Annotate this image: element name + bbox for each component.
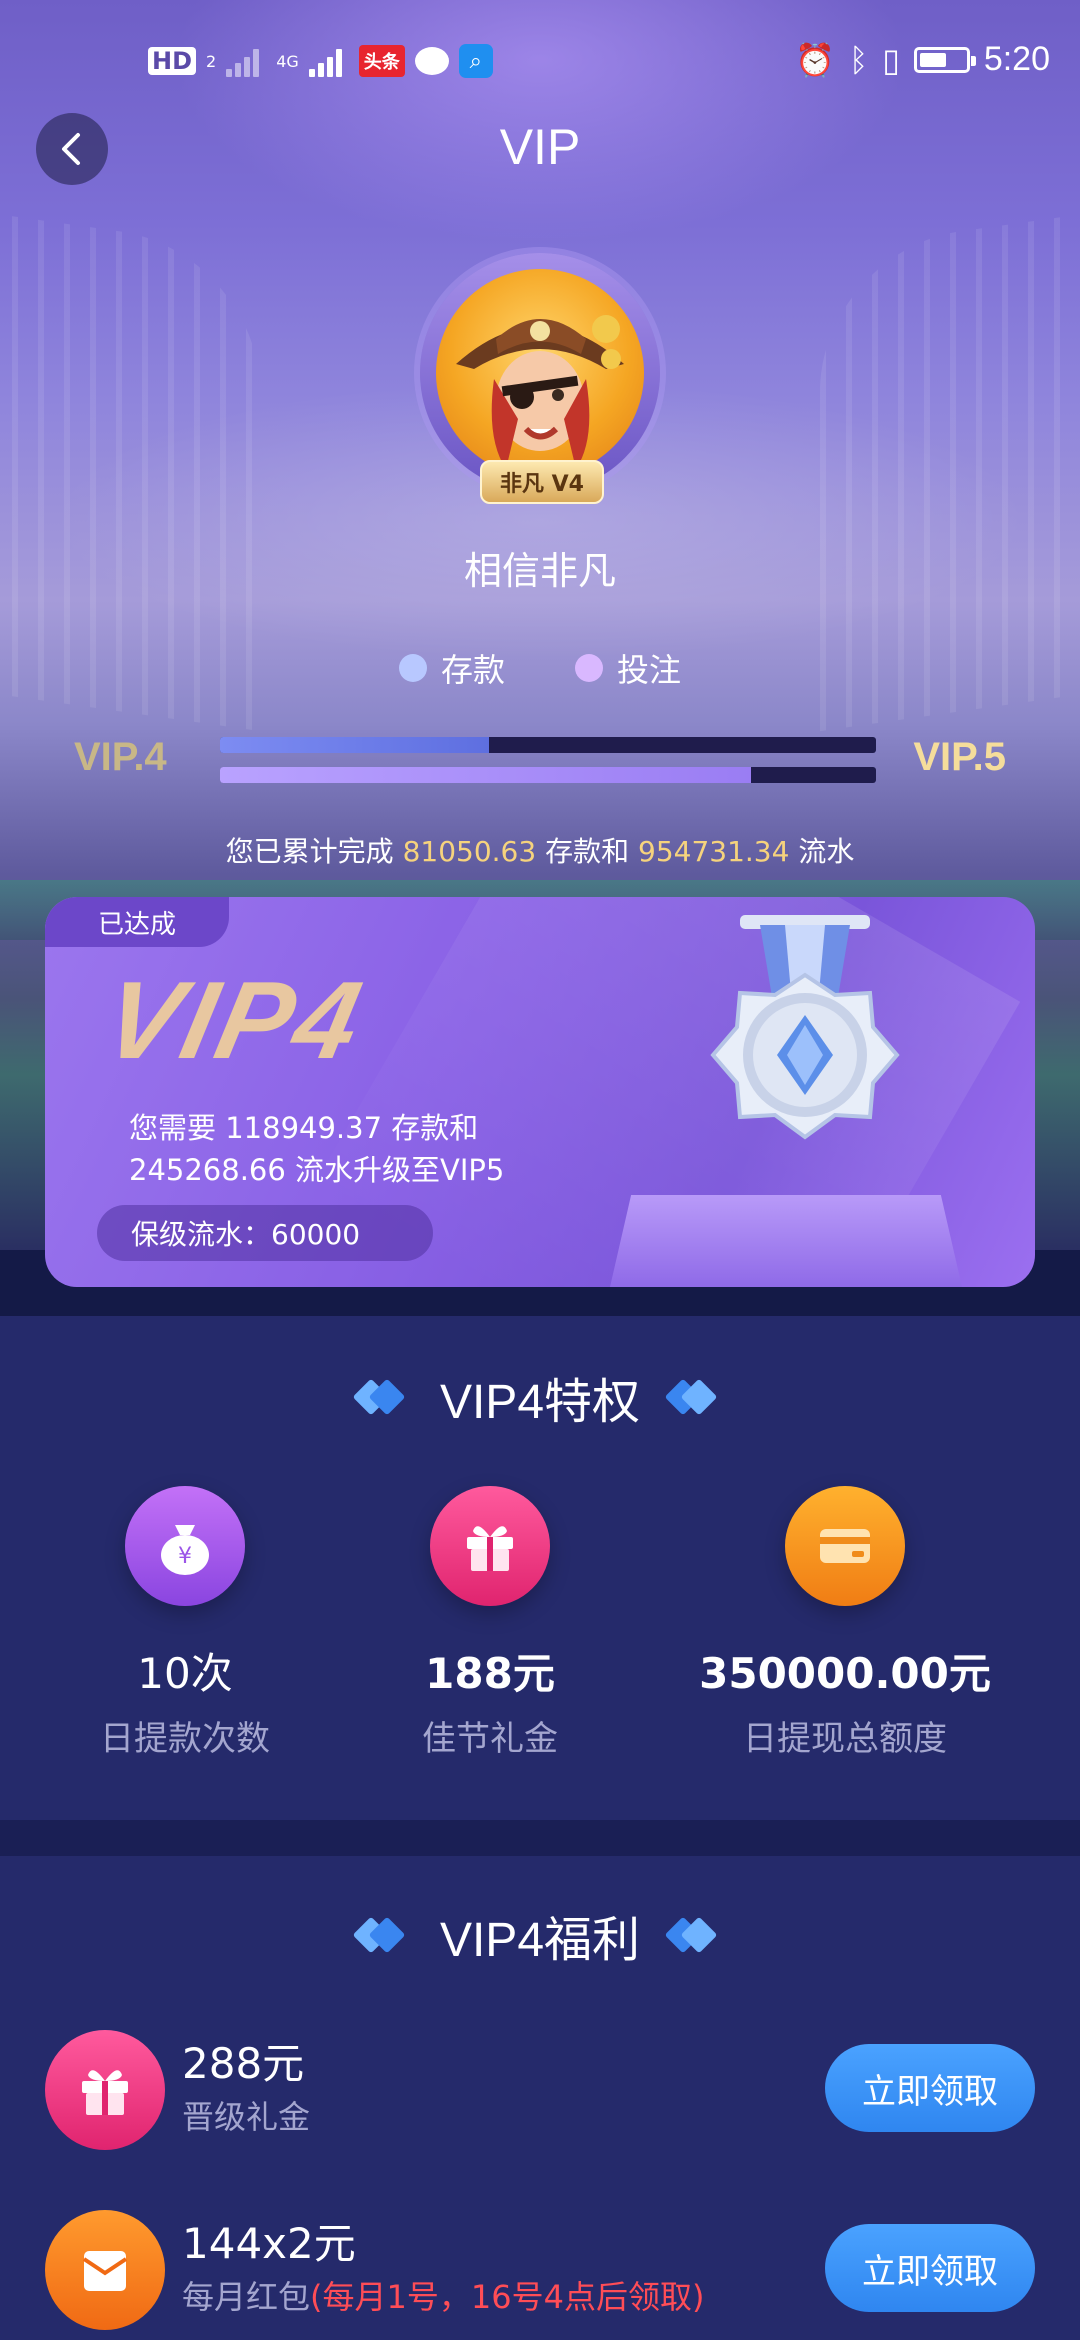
achieved-tab: 已达成 xyxy=(45,897,229,947)
benefit-label-text: 晋级礼金 xyxy=(182,2098,311,2136)
privilege-value: 350000.00元 xyxy=(699,1649,991,1698)
benefit-row: 288元 晋级礼金 立即领取 xyxy=(0,2020,1080,2160)
battery-icon xyxy=(913,46,976,73)
search-app-icon: ⌕ xyxy=(458,44,493,78)
diamond-right-icon xyxy=(664,1916,718,1954)
network-type: 4G xyxy=(276,51,299,71)
avatar xyxy=(420,253,660,493)
bet-progress-bar xyxy=(220,767,876,783)
progress-legend: 存款 投注 xyxy=(0,645,1080,691)
privilege-item: 350000.00元 日提现总额度 xyxy=(675,1486,1015,1760)
toutiao-app-icon: 头条 xyxy=(358,45,405,77)
status-bar: HD 2 4G 头条 ⌕ ⏰ ᛒ ▯ 5:20 xyxy=(0,0,1080,130)
bet-dot-icon xyxy=(575,654,603,682)
privileges-title-text: VIP4特权 xyxy=(439,1376,641,1429)
benefits-title: VIP4福利 xyxy=(0,1900,1080,1970)
benefit-label: 每月红包(每月1号，16号4点后领取) xyxy=(182,2272,704,2318)
chat-bubble-icon xyxy=(414,47,449,75)
vip-level-title: VIP4 xyxy=(93,959,375,1082)
privilege-label: 日提款次数 xyxy=(100,1719,270,1759)
benefit-note: (每月1号，16号4点后领取) xyxy=(310,2278,705,2316)
signal-icon xyxy=(226,45,266,77)
cumulative-flow: 954731.34 xyxy=(638,835,790,868)
diamond-left-icon xyxy=(352,1916,406,1954)
legend-deposit-label: 存款 xyxy=(440,651,505,689)
status-left-icons: HD 2 4G 头条 ⌕ xyxy=(148,44,493,78)
deposit-progress-bar xyxy=(220,737,876,753)
current-level-label: VIP.4 xyxy=(74,735,167,779)
deposit-progress-fill xyxy=(220,737,489,753)
benefits-title-text: VIP4福利 xyxy=(439,1914,641,1967)
claim-upgrade-bonus-button[interactable]: 立即领取 xyxy=(825,2044,1035,2132)
privilege-item: 188元 佳节礼金 xyxy=(320,1486,660,1760)
benefit-row: 144x2元 每月红包(每月1号，16号4点后领取) 立即领取 xyxy=(0,2200,1080,2340)
envelope-icon xyxy=(45,2210,165,2330)
privilege-value: 188元 xyxy=(425,1649,555,1698)
username: 相信非凡 xyxy=(463,549,616,593)
alarm-icon: ⏰ xyxy=(795,40,835,79)
privileges-title: VIP4特权 xyxy=(0,1362,1080,1432)
section-divider xyxy=(0,1820,1080,1856)
diamond-left-icon xyxy=(352,1378,406,1416)
cumulative-mid: 存款和 xyxy=(545,835,630,868)
privilege-item: ¥ 10次 日提款次数 xyxy=(15,1486,355,1760)
benefits-section: VIP4福利 288元 晋级礼金 立即领取 144x2元 每月红包(每月1号，1… xyxy=(0,1856,1080,2340)
money-bag-icon: ¥ xyxy=(125,1486,245,1606)
vip-level-badge: 非凡 V4 xyxy=(480,460,604,504)
upgrade-requirement-line1: 您需要 118949.37 存款和 xyxy=(129,1111,479,1145)
status-right-icons: ⏰ ᛒ ▯ 5:20 xyxy=(795,40,1050,79)
privileges-section: VIP4特权 ¥ 10次 日提款次数 188元 佳节礼金 350000.00元 … xyxy=(0,1316,1080,1820)
signal-icon-2 xyxy=(308,45,349,77)
pirate-avatar-icon xyxy=(456,315,624,469)
cumulative-suffix: 流水 xyxy=(798,835,855,868)
legend-deposit: 存款 xyxy=(398,645,505,691)
deposit-dot-icon xyxy=(398,654,427,682)
avatar-image xyxy=(436,269,644,477)
medal-icon xyxy=(710,915,900,1140)
medal-pedestal xyxy=(610,1195,962,1287)
page-title: VIP xyxy=(499,119,581,175)
legend-bet: 投注 xyxy=(575,645,681,691)
protect-flow-pill: 保级流水：60000 xyxy=(97,1205,433,1261)
vibrate-icon: ▯ xyxy=(882,40,900,79)
diamond-right-icon xyxy=(664,1378,718,1416)
benefit-label-text: 每月红包 xyxy=(182,2278,311,2316)
benefit-value: 288元 xyxy=(182,2039,305,2088)
cumulative-summary: 您已累计完成 81050.63 存款和 954731.34 流水 xyxy=(0,830,1080,870)
hd-icon: HD xyxy=(148,47,197,75)
benefit-value: 144x2元 xyxy=(182,2219,356,2268)
cumulative-deposit: 81050.63 xyxy=(402,835,537,868)
cumulative-prefix: 您已累计完成 xyxy=(225,835,394,868)
privilege-label: 佳节礼金 xyxy=(422,1719,558,1759)
legend-bet-label: 投注 xyxy=(617,651,682,689)
claim-monthly-redpacket-button[interactable]: 立即领取 xyxy=(825,2224,1035,2312)
privilege-value: 10次 xyxy=(137,1649,233,1698)
bluetooth-icon: ᛒ xyxy=(849,40,869,79)
upgrade-requirement: 您需要 118949.37 存款和 245268.66 流水升级至VIP5 xyxy=(129,1107,629,1191)
privilege-label: 日提现总额度 xyxy=(743,1719,947,1759)
next-level-label: VIP.5 xyxy=(913,735,1006,779)
card-icon xyxy=(785,1486,905,1606)
gift-icon xyxy=(430,1486,550,1606)
gift-icon xyxy=(45,2030,165,2150)
clock: 5:20 xyxy=(983,40,1050,78)
benefit-label: 晋级礼金 xyxy=(182,2092,310,2138)
svg-text:¥: ¥ xyxy=(178,1544,192,1569)
upgrade-requirement-line2: 245268.66 流水升级至VIP5 xyxy=(129,1153,505,1187)
vip-status-card: 已达成 VIP4 您需要 118949.37 存款和 245268.66 流水升… xyxy=(45,897,1035,1287)
sim-number: 2 xyxy=(206,51,217,71)
bet-progress-fill xyxy=(220,767,752,783)
